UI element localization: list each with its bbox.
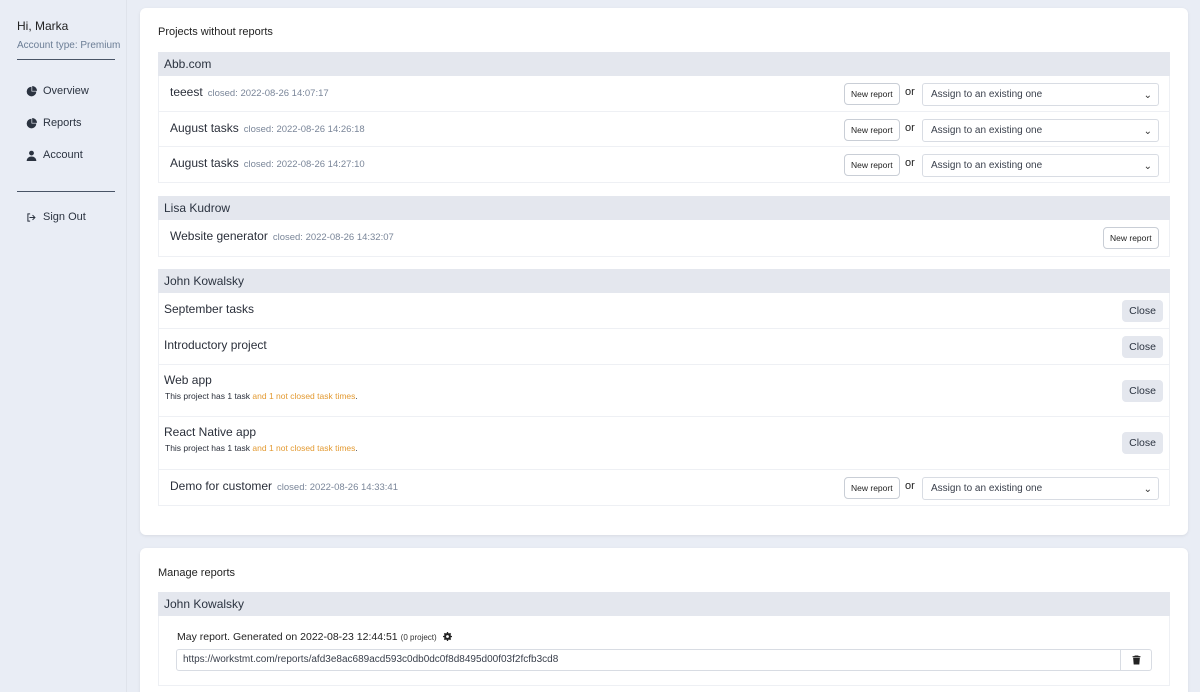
sign-out-icon bbox=[27, 212, 36, 222]
assign-existing-select[interactable]: Assign to an existing one ⌄ bbox=[922, 119, 1159, 142]
card-title: Manage reports bbox=[158, 567, 236, 579]
delete-report-button[interactable] bbox=[1120, 649, 1152, 671]
user-icon bbox=[26, 150, 37, 161]
sidebar-item-account[interactable]: Account bbox=[26, 149, 83, 161]
or-label: or bbox=[905, 122, 915, 134]
not-closed-warning: and 1 not closed task times bbox=[252, 443, 356, 453]
summary-text: This project has 1 task bbox=[165, 443, 253, 453]
close-project-button[interactable]: Close bbox=[1122, 300, 1163, 322]
summary-suffix: . bbox=[355, 391, 358, 401]
pie-chart-icon bbox=[26, 85, 37, 96]
sidebar-item-label: Reports bbox=[43, 117, 82, 129]
chevron-down-icon: ⌄ bbox=[1143, 161, 1152, 172]
account-type: Account type: Premium bbox=[17, 40, 121, 51]
gear-icon[interactable] bbox=[442, 632, 452, 641]
group-header: Lisa Kudrow bbox=[158, 196, 1170, 220]
closed-timestamp: closed: 2022-08-26 14:32:07 bbox=[272, 232, 394, 243]
chevron-down-icon: ⌄ bbox=[1143, 90, 1152, 101]
new-report-button[interactable]: New report bbox=[844, 119, 900, 141]
close-project-button[interactable]: Close bbox=[1122, 336, 1163, 358]
project-row: Demo for customer closed: 2022-08-26 14:3… bbox=[158, 470, 1170, 506]
report-count: (0 project) bbox=[400, 633, 437, 642]
sidebar: Hi, Marka Account type: Premium Overview… bbox=[0, 0, 127, 692]
sidebar-item-reports[interactable]: Reports bbox=[26, 117, 82, 129]
sidebar-item-label: Account bbox=[43, 149, 83, 161]
project-title-line: August tasks closed: 2022-08-26 14:27:10 bbox=[170, 156, 365, 170]
select-value: Assign to an existing one bbox=[931, 483, 1043, 494]
projects-without-reports-card: Projects without reports Abb.com teeest c… bbox=[140, 8, 1188, 535]
or-label: or bbox=[905, 480, 915, 492]
chevron-down-icon: ⌄ bbox=[1143, 484, 1152, 495]
card-title: Projects without reports bbox=[158, 26, 273, 38]
new-report-button[interactable]: New report bbox=[1103, 227, 1159, 249]
divider bbox=[17, 191, 115, 192]
project-row: August tasks closed: 2022-08-26 14:26:18 … bbox=[158, 112, 1170, 147]
project-row: September tasks Close bbox=[158, 293, 1170, 329]
project-title: August tasks bbox=[170, 156, 239, 170]
sidebar-item-label: Overview bbox=[43, 85, 89, 97]
project-summary: This project has 1 task and 1 not closed… bbox=[165, 443, 358, 453]
close-project-button[interactable]: Close bbox=[1122, 380, 1163, 402]
sidebar-item-overview[interactable]: Overview bbox=[26, 85, 89, 97]
or-label: or bbox=[905, 86, 915, 98]
chevron-down-icon: ⌄ bbox=[1143, 126, 1152, 137]
closed-timestamp: closed: 2022-08-26 14:27:10 bbox=[243, 159, 365, 170]
close-project-button[interactable]: Close bbox=[1122, 432, 1163, 454]
project-title: React Native app bbox=[164, 425, 257, 439]
sign-out-label: Sign Out bbox=[43, 211, 86, 223]
not-closed-warning: and 1 not closed task times bbox=[252, 391, 356, 401]
project-row: teeest closed: 2022-08-26 14:07:17 New re… bbox=[158, 76, 1170, 112]
project-title: Demo for customer bbox=[170, 479, 273, 493]
project-title: teeest bbox=[170, 85, 203, 99]
project-title-line: Website generator closed: 2022-08-26 14:3… bbox=[170, 229, 394, 243]
project-title: September tasks bbox=[164, 302, 255, 316]
project-summary: This project has 1 task and 1 not closed… bbox=[165, 391, 358, 401]
report-url-field[interactable]: https://workstmt.com/reports/afd3e8ac689… bbox=[176, 649, 1121, 671]
closed-timestamp: closed: 2022-08-26 14:26:18 bbox=[243, 124, 365, 135]
report-title: May report. Generated on 2022-08-23 12:4… bbox=[177, 631, 398, 643]
closed-timestamp: closed: 2022-08-26 14:07:17 bbox=[207, 88, 329, 99]
group-header: John Kowalsky bbox=[158, 592, 1170, 616]
manage-reports-card: Manage reports John Kowalsky May report.… bbox=[140, 548, 1188, 692]
assign-existing-select[interactable]: Assign to an existing one ⌄ bbox=[922, 83, 1159, 106]
divider bbox=[17, 59, 115, 60]
sign-out-button[interactable]: Sign Out bbox=[26, 211, 86, 223]
summary-suffix: . bbox=[355, 443, 358, 453]
project-title-line: Demo for customer closed: 2022-08-26 14:3… bbox=[170, 479, 398, 493]
select-value: Assign to an existing one bbox=[931, 89, 1043, 100]
project-title: Web app bbox=[164, 373, 212, 387]
report-title-line: May report. Generated on 2022-08-23 12:4… bbox=[177, 631, 452, 643]
select-value: Assign to an existing one bbox=[931, 125, 1043, 136]
summary-text: This project has 1 task bbox=[165, 391, 253, 401]
group-header: Abb.com bbox=[158, 52, 1170, 76]
assign-existing-select[interactable]: Assign to an existing one ⌄ bbox=[922, 477, 1159, 500]
project-row: August tasks closed: 2022-08-26 14:27:10 … bbox=[158, 147, 1170, 183]
new-report-button[interactable]: New report bbox=[844, 477, 900, 499]
project-title: Introductory project bbox=[164, 338, 267, 352]
project-row: React Native app This project has 1 task… bbox=[158, 417, 1170, 470]
project-row: Web app This project has 1 task and 1 no… bbox=[158, 365, 1170, 417]
project-title: August tasks bbox=[170, 121, 239, 135]
closed-timestamp: closed: 2022-08-26 14:33:41 bbox=[277, 482, 398, 493]
project-title-line: teeest closed: 2022-08-26 14:07:17 bbox=[170, 85, 329, 99]
project-row: Website generator closed: 2022-08-26 14:3… bbox=[158, 220, 1170, 257]
pie-chart-icon bbox=[26, 117, 37, 128]
assign-existing-select[interactable]: Assign to an existing one ⌄ bbox=[922, 154, 1159, 177]
new-report-button[interactable]: New report bbox=[844, 154, 900, 176]
group-header: John Kowalsky bbox=[158, 269, 1170, 293]
project-title-line: August tasks closed: 2022-08-26 14:26:18 bbox=[170, 121, 365, 135]
select-value: Assign to an existing one bbox=[931, 160, 1043, 171]
greeting: Hi, Marka bbox=[17, 19, 69, 33]
project-title: Website generator bbox=[170, 229, 268, 243]
project-row: Introductory project Close bbox=[158, 329, 1170, 365]
or-label: or bbox=[905, 157, 915, 169]
trash-icon bbox=[1132, 655, 1140, 664]
new-report-button[interactable]: New report bbox=[844, 83, 900, 105]
